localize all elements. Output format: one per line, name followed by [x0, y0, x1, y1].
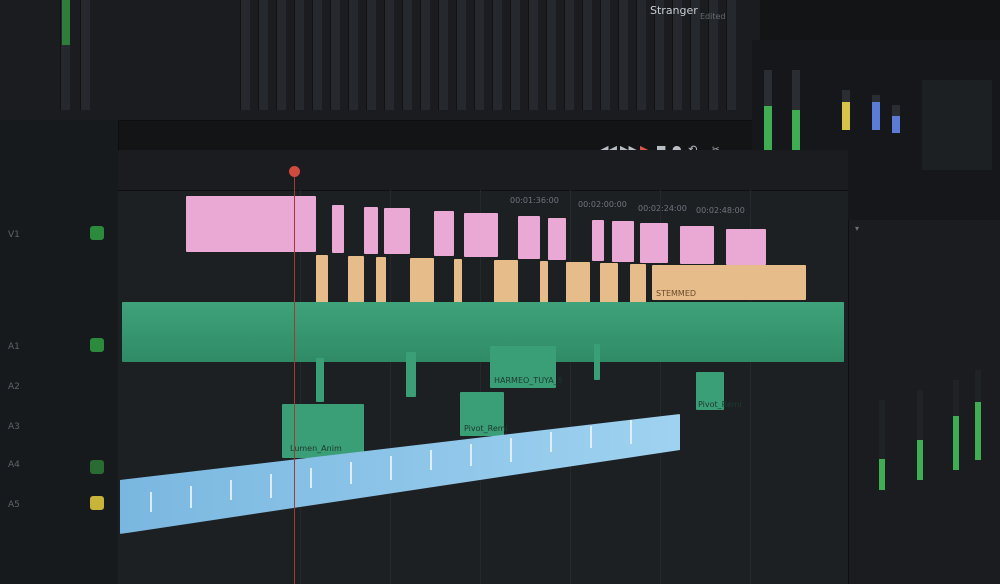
- video-clip[interactable]: [348, 256, 364, 303]
- channel-meter: [438, 0, 448, 110]
- channel-meter: [474, 0, 484, 110]
- playhead-handle[interactable]: [289, 166, 300, 177]
- video-clip[interactable]: [316, 255, 328, 303]
- inspector-header: ▾: [855, 224, 860, 233]
- video-clip[interactable]: [434, 211, 454, 256]
- channel-meter: [312, 0, 322, 110]
- fader-bank: ▾: [848, 220, 1000, 584]
- video-clip[interactable]: [332, 205, 344, 253]
- channel-fader[interactable]: [953, 380, 959, 470]
- track-enable-toggle[interactable]: [90, 226, 104, 240]
- video-clip[interactable]: [612, 221, 634, 262]
- audio-clip[interactable]: [406, 352, 416, 397]
- channel-fader[interactable]: [917, 390, 923, 480]
- video-clip[interactable]: [186, 196, 316, 252]
- video-clip[interactable]: [376, 257, 386, 303]
- track-label: A2: [8, 382, 20, 392]
- track-enable-toggle[interactable]: [90, 460, 104, 474]
- clip-label: STEMMED: [656, 289, 697, 298]
- track-label: A3: [8, 422, 20, 432]
- meter-bank: [0, 0, 760, 121]
- audio-clip[interactable]: HARMEO_TUYA_5: [490, 346, 563, 388]
- video-clip[interactable]: [726, 229, 766, 265]
- loudness-graph: [922, 80, 992, 170]
- channel-meter: [240, 0, 250, 110]
- channel-meter: [510, 0, 520, 110]
- track-headers: V1 A1 A2 A3 A4 A5: [0, 120, 119, 584]
- track-label: V1: [8, 230, 20, 240]
- timecode-label: 00:02:24:00: [638, 204, 687, 213]
- channel-meter: [492, 0, 502, 110]
- video-clip[interactable]: [454, 259, 462, 303]
- timecode-label: 00:02:48:00: [696, 206, 745, 215]
- channel-meter: [80, 0, 90, 110]
- loudness-meter: [892, 105, 900, 133]
- project-status: Edited: [700, 12, 726, 21]
- track-label: A5: [8, 500, 20, 510]
- video-clip[interactable]: [410, 258, 434, 303]
- channel-meter: [618, 0, 628, 110]
- video-clip[interactable]: [384, 208, 410, 254]
- timecode-ruler[interactable]: 00:01:36:00 00:02:00:00 00:02:24:00 00:0…: [118, 150, 848, 215]
- timecode-label: 00:02:00:00: [578, 200, 627, 209]
- audio-clip[interactable]: Pivot_Remi: [696, 372, 742, 410]
- channel-meter: [402, 0, 412, 110]
- timecode-label: 00:01:36:00: [510, 196, 559, 205]
- video-clip[interactable]: [364, 207, 378, 254]
- track-enable-toggle[interactable]: [90, 338, 104, 352]
- clip-label: Pivot_Remi: [698, 400, 742, 409]
- loudness-meter: [872, 95, 880, 130]
- audio-clip[interactable]: [122, 302, 844, 362]
- channel-meter: [294, 0, 304, 110]
- video-clip[interactable]: [600, 263, 618, 303]
- channel-meter: [546, 0, 556, 110]
- channel-meter: [420, 0, 430, 110]
- playhead[interactable]: [294, 172, 295, 584]
- project-title: Stranger: [650, 4, 698, 17]
- channel-meter: [348, 0, 358, 110]
- grid-line: [570, 190, 571, 584]
- track-label: A4: [8, 460, 20, 470]
- audio-clip[interactable]: [316, 358, 324, 402]
- channel-meter: [564, 0, 574, 110]
- channel-meter: [600, 0, 610, 110]
- audio-clip[interactable]: Pivot_Remi: [460, 392, 508, 436]
- video-clip[interactable]: [548, 218, 566, 260]
- channel-meter: [726, 0, 736, 110]
- channel-meter: [384, 0, 394, 110]
- channel-fader[interactable]: [975, 370, 981, 460]
- channel-fader[interactable]: [879, 400, 885, 490]
- video-clip[interactable]: [680, 226, 714, 264]
- video-clip[interactable]: [592, 220, 604, 261]
- video-clip[interactable]: [630, 264, 646, 303]
- video-clip[interactable]: [640, 223, 668, 263]
- audio-clip[interactable]: [594, 344, 600, 380]
- video-clip[interactable]: [464, 213, 498, 257]
- meter-level-fill: [62, 0, 70, 45]
- clip-label: Pivot_Remi: [464, 424, 508, 433]
- channel-meter: [636, 0, 646, 110]
- video-clip[interactable]: [566, 262, 590, 303]
- channel-meter: [456, 0, 466, 110]
- video-clip[interactable]: STEMMED: [652, 265, 806, 300]
- channel-meter: [258, 0, 268, 110]
- video-clip[interactable]: [518, 216, 540, 259]
- clip-label: Lumen_Anim: [290, 444, 342, 453]
- channel-meter: [582, 0, 592, 110]
- channel-meter: [276, 0, 286, 110]
- track-label: A1: [8, 342, 20, 352]
- loudness-meter: [842, 90, 850, 130]
- channel-meter: [528, 0, 538, 110]
- video-clip[interactable]: [494, 260, 518, 303]
- track-solo-toggle[interactable]: [90, 496, 104, 510]
- video-clip[interactable]: [540, 261, 548, 303]
- channel-meter: [330, 0, 340, 110]
- channel-meter: [366, 0, 376, 110]
- clip-label: HARMEO_TUYA_5: [494, 376, 563, 385]
